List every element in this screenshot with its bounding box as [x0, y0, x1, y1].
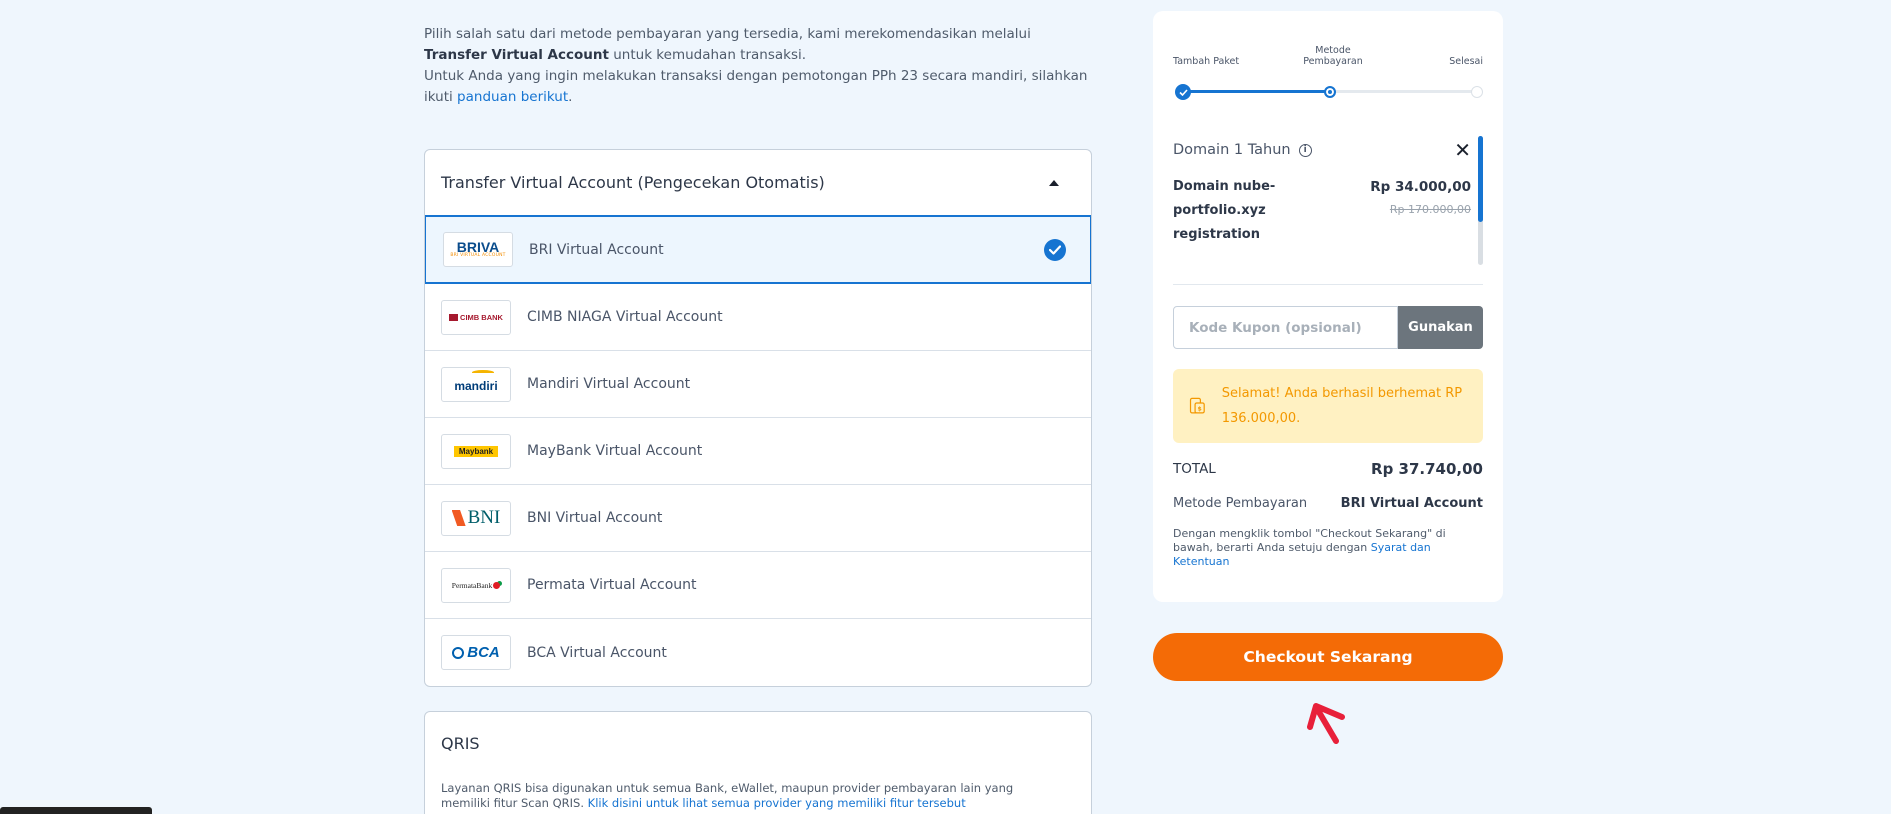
payment-option-mandiri[interactable]: mandiri Mandiri Virtual Account: [425, 351, 1091, 418]
step-label-2: Metode Pembayaran: [1303, 45, 1363, 67]
step-label-3: Selesai: [1449, 56, 1483, 67]
bni-logo: BNI: [441, 500, 511, 536]
cimb-logo-text: CIMB BANK: [460, 312, 503, 322]
info-icon[interactable]: i: [1298, 143, 1312, 157]
briva-logo-sub: BRI VIRTUAL ACCOUNT: [450, 253, 506, 259]
bottom-overlay-bar: [0, 807, 152, 814]
cart-item-price: Rp 34.000,00: [1370, 179, 1471, 195]
payment-option-bri[interactable]: BRIVA BRI VIRTUAL ACCOUNT BRI Virtual Ac…: [425, 215, 1091, 284]
progress-fill: [1183, 90, 1331, 93]
qris-title: QRIS: [441, 734, 480, 753]
cart-item-name: Domain nube-portfolio.xyz registration: [1173, 179, 1276, 242]
total-value: Rp 37.740,00: [1371, 460, 1483, 478]
caret-up-icon[interactable]: [1049, 179, 1059, 186]
bca-logo-text: BCA: [467, 644, 500, 661]
svg-text:$: $: [1198, 406, 1202, 413]
va-section-header[interactable]: Transfer Virtual Account (Pengecekan Oto…: [425, 150, 1091, 216]
payment-method-value: BRI Virtual Account: [1340, 496, 1483, 511]
qris-providers-link[interactable]: Klik disini untuk lihat semua provider y…: [588, 796, 966, 810]
cart-item-title-text: Domain 1 Tahun: [1173, 142, 1291, 158]
payment-option-label: BNI Virtual Account: [527, 510, 663, 526]
cimb-logo: CIMB BANK: [441, 299, 511, 335]
savings-message: Selamat! Anda berhasil berhemat RP 136.0…: [1221, 386, 1463, 426]
intro-bold: Transfer Virtual Account: [424, 47, 609, 63]
order-summary-card: Tambah Paket Metode Pembayaran Selesai D…: [1153, 11, 1503, 602]
total-row: TOTAL Rp 37.740,00: [1173, 460, 1483, 478]
intro-line-1: Pilih salah satu dari metode pembayaran …: [424, 24, 1092, 66]
payment-method-label: Metode Pembayaran: [1173, 496, 1308, 511]
panduan-link[interactable]: panduan berikut: [457, 89, 568, 105]
maybank-logo: Maybank: [441, 433, 511, 469]
step-pending-icon: [1471, 86, 1483, 98]
intro-text: .: [568, 89, 573, 105]
divider: [1173, 284, 1483, 285]
cart-scrollbar[interactable]: [1478, 136, 1483, 265]
terms-notice: Dengan mengklik tombol "Checkout Sekaran…: [1173, 527, 1483, 569]
mandiri-logo-text: mandiri: [454, 378, 498, 393]
coupon-input[interactable]: [1173, 306, 1398, 349]
payment-option-label: CIMB NIAGA Virtual Account: [527, 309, 723, 325]
payment-option-label: BCA Virtual Account: [527, 644, 667, 661]
progress-stepper: Tambah Paket Metode Pembayaran Selesai: [1173, 11, 1483, 121]
red-arrow-annotation-icon: [1307, 703, 1345, 744]
check-circle-icon: [1044, 238, 1066, 261]
intro-text: Pilih salah satu dari metode pembayaran …: [424, 26, 1031, 42]
coupon-form: Gunakan: [1173, 306, 1483, 349]
savings-alert: $ Selamat! Anda berhasil berhemat RP 136…: [1173, 369, 1483, 443]
permata-logo-text: PermataBank: [451, 580, 493, 590]
payment-option-label: Mandiri Virtual Account: [527, 376, 691, 392]
payment-option-label: Permata Virtual Account: [527, 577, 697, 593]
payment-option-bni[interactable]: BNI BNI Virtual Account: [425, 485, 1091, 552]
step-label-1: Tambah Paket: [1173, 56, 1240, 67]
cart-scrollbar-thumb[interactable]: [1478, 136, 1483, 222]
maybank-logo-text: Maybank: [453, 445, 499, 457]
intro-line-2: Untuk Anda yang ingin melakukan transaks…: [424, 66, 1092, 108]
cart-item: Domain 1 Tahun i ✕ Domain nube-portfolio.…: [1173, 136, 1483, 284]
discount-receipt-icon: $: [1189, 397, 1205, 414]
qris-description: Layanan QRIS bisa digunakan untuk semua …: [441, 781, 1061, 811]
payment-option-bca[interactable]: BCA BCA Virtual Account: [425, 619, 1091, 686]
payment-option-label: BRI Virtual Account: [529, 241, 664, 258]
virtual-account-section: Transfer Virtual Account (Pengecekan Oto…: [424, 149, 1092, 687]
payment-option-maybank[interactable]: Maybank MayBank Virtual Account: [425, 418, 1091, 485]
qris-section[interactable]: QRIS Layanan QRIS bisa digunakan untuk s…: [424, 711, 1092, 814]
bri-logo: BRIVA BRI VIRTUAL ACCOUNT: [443, 232, 513, 267]
payment-method-row: Metode Pembayaran BRI Virtual Account: [1173, 496, 1483, 511]
mandiri-logo: mandiri: [441, 366, 511, 402]
cart-item-title: Domain 1 Tahun i: [1173, 142, 1483, 158]
payment-option-permata[interactable]: PermataBank Permata Virtual Account: [425, 552, 1091, 619]
intro-text: untuk kemudahan transaksi.: [608, 47, 807, 63]
remove-item-icon[interactable]: ✕: [1454, 138, 1471, 162]
permata-logo: PermataBank: [441, 567, 511, 603]
cart-item-old-price: Rp 170.000,00: [1389, 203, 1471, 216]
bni-logo-text: BNI: [467, 507, 501, 528]
payment-option-cimb[interactable]: CIMB BANK CIMB NIAGA Virtual Account: [425, 284, 1091, 351]
va-section-title: Transfer Virtual Account (Pengecekan Oto…: [441, 173, 825, 192]
step-current-icon: [1324, 86, 1336, 98]
payment-option-label: MayBank Virtual Account: [527, 443, 703, 459]
total-label: TOTAL: [1173, 461, 1216, 477]
payment-intro: Pilih salah satu dari metode pembayaran …: [424, 24, 1092, 108]
checkout-button[interactable]: Checkout Sekarang: [1153, 633, 1503, 681]
bca-logo: BCA: [441, 635, 511, 670]
step-done-icon: [1175, 84, 1191, 100]
apply-coupon-button[interactable]: Gunakan: [1398, 306, 1483, 349]
